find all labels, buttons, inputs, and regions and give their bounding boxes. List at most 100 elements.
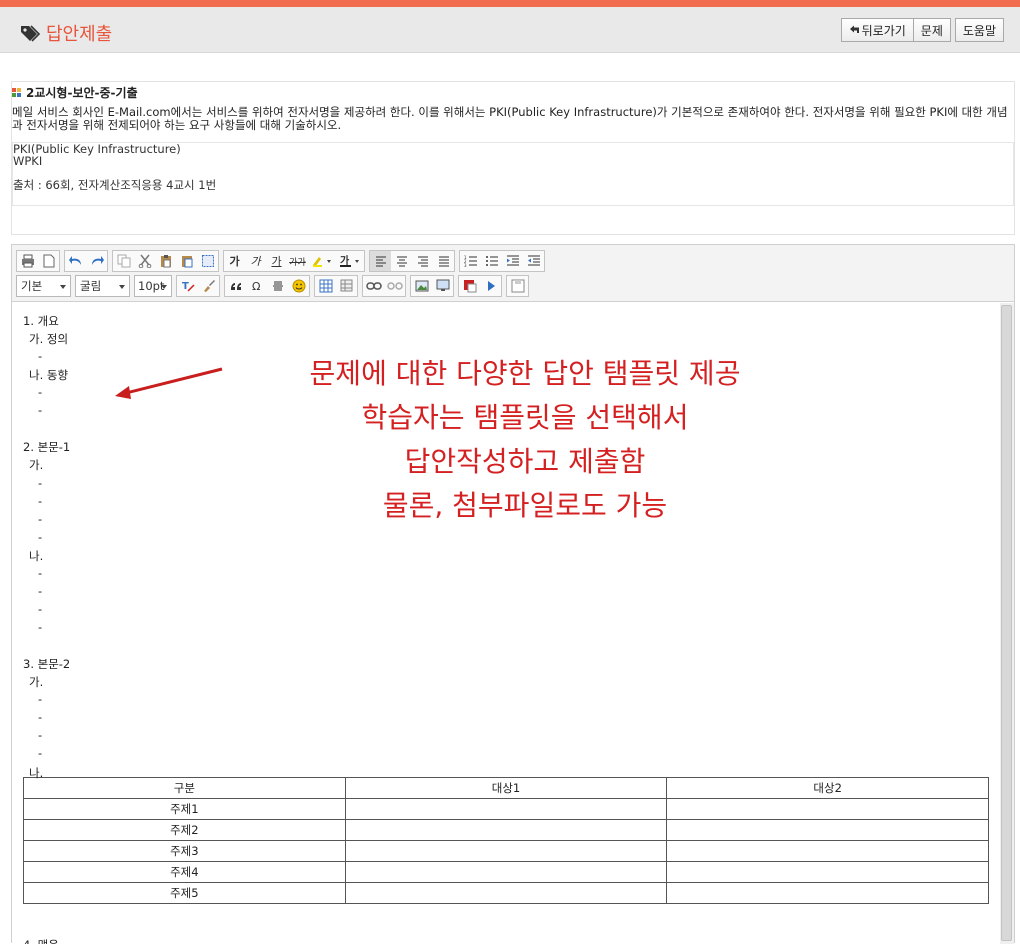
- content-line: -: [38, 511, 43, 526]
- table-cell[interactable]: [666, 819, 989, 841]
- insert-image-button[interactable]: [411, 276, 432, 296]
- font-color-icon: 가: [340, 254, 359, 267]
- align-center-icon: [396, 256, 407, 267]
- insert-media-button[interactable]: [432, 276, 453, 296]
- horizontal-rule-button[interactable]: [267, 276, 288, 296]
- tag-icon: [21, 25, 40, 42]
- special-char-button[interactable]: Ω: [246, 276, 267, 296]
- outdent-button[interactable]: [523, 251, 544, 271]
- redo-icon: [91, 256, 104, 265]
- emoticon-button[interactable]: [288, 276, 309, 296]
- new-document-button[interactable]: [38, 251, 59, 271]
- table-cell[interactable]: [344, 798, 668, 820]
- back-button[interactable]: 뒤로가기: [840, 18, 914, 42]
- italic-button[interactable]: 가: [245, 251, 266, 271]
- table-cell[interactable]: [344, 861, 668, 883]
- undo-icon: [68, 256, 81, 265]
- table-cell[interactable]: [344, 882, 668, 904]
- font-color-button[interactable]: 가: [336, 251, 364, 271]
- content-line: -: [38, 583, 43, 598]
- align-justify-button[interactable]: [433, 251, 454, 271]
- edit-table-button[interactable]: [336, 276, 357, 296]
- insert-group: Ω: [224, 275, 310, 297]
- strikethrough-button[interactable]: 가가: [287, 251, 308, 271]
- table-cell[interactable]: 주제4: [23, 861, 346, 883]
- align-left-icon: [375, 256, 386, 267]
- print-button[interactable]: [17, 251, 38, 271]
- toolbar-row-1: 가 가 가 가가 가 1 2 3: [16, 250, 549, 272]
- insert-link-button[interactable]: [363, 276, 384, 296]
- remove-format-button[interactable]: T: [177, 276, 198, 296]
- table-cell[interactable]: [666, 882, 989, 904]
- insert-flash-button[interactable]: [459, 276, 480, 296]
- reference-line: WPKI: [13, 154, 43, 168]
- format-select[interactable]: 기본: [16, 275, 71, 297]
- bold-button[interactable]: 가: [224, 251, 245, 271]
- table-header-cell: 대상2: [666, 777, 989, 799]
- quote-icon: [230, 283, 241, 290]
- table-cell[interactable]: [666, 840, 989, 862]
- chevron-down-icon: [119, 285, 125, 289]
- table-cell[interactable]: 주제1: [23, 798, 346, 820]
- paste-text-button[interactable]: [176, 251, 197, 271]
- underline-button[interactable]: 가: [266, 251, 287, 271]
- table-icon: [319, 279, 332, 293]
- editor-scrollbar[interactable]: [1000, 303, 1014, 944]
- question-panel: 2교시형-보안-중-기출 메일 서비스 회사인 E-Mail.com에서는 서비…: [11, 81, 1015, 235]
- answer-template-table[interactable]: 구분 대상1 대상2 주제1 주제2 주제3 주제4 주제5: [23, 777, 989, 904]
- help-button[interactable]: 도움말: [954, 18, 1004, 42]
- align-center-button[interactable]: [391, 251, 412, 271]
- scrollbar-thumb[interactable]: [1001, 305, 1012, 941]
- paste-button[interactable]: [155, 251, 176, 271]
- copy-button[interactable]: [113, 251, 134, 271]
- undo-button[interactable]: [65, 251, 86, 271]
- content-line: 나. 동향: [29, 368, 69, 383]
- table-cell[interactable]: [344, 840, 668, 862]
- font-size-select[interactable]: 10pt: [134, 275, 172, 297]
- content-line: 3. 본문-2: [23, 657, 71, 672]
- insert-table-button[interactable]: [315, 276, 336, 296]
- content-line: 가.: [29, 675, 44, 690]
- back-button-label: 뒤로가기: [861, 23, 906, 38]
- content-line: -: [38, 385, 43, 400]
- indent-button[interactable]: [502, 251, 523, 271]
- remove-link-button[interactable]: [384, 276, 405, 296]
- table-cell[interactable]: [666, 798, 989, 820]
- font-family-select[interactable]: 굴림: [75, 275, 130, 297]
- content-line: 나.: [29, 765, 44, 780]
- table-cell[interactable]: 주제3: [23, 840, 346, 862]
- bullet-list-button[interactable]: [481, 251, 502, 271]
- highlight-button[interactable]: [308, 251, 336, 271]
- ordered-list-button[interactable]: 123: [460, 251, 481, 271]
- table-cell[interactable]: [344, 819, 668, 841]
- format-select-value: 기본: [21, 279, 43, 293]
- table-row: 주제2: [23, 819, 989, 841]
- align-right-button[interactable]: [412, 251, 433, 271]
- reference-line: PKI(Public Key Infrastructure): [13, 142, 181, 156]
- save-template-button[interactable]: [507, 276, 528, 296]
- redo-button[interactable]: [86, 251, 107, 271]
- table-row: 주제4: [23, 861, 989, 883]
- content-line: 가. 정의: [29, 332, 69, 347]
- table-row: 주제3: [23, 840, 989, 862]
- save-group: [506, 275, 529, 297]
- table-header-cell: 구분: [23, 777, 346, 799]
- problem-button[interactable]: 문제: [912, 18, 951, 42]
- highlighter-icon: [313, 257, 331, 267]
- clipboard-group: [112, 250, 219, 272]
- align-left-button[interactable]: [370, 251, 391, 271]
- print-icon: [21, 254, 34, 268]
- select-all-button[interactable]: [197, 251, 218, 271]
- format-painter-button[interactable]: [198, 276, 219, 296]
- content-line: 2. 본문-1: [23, 440, 71, 455]
- blockquote-button[interactable]: [225, 276, 246, 296]
- cut-button[interactable]: [134, 251, 155, 271]
- table-cell[interactable]: 주제5: [23, 882, 346, 904]
- table-row: 주제1: [23, 798, 989, 820]
- toolbar-row-2: 기본 굴림 10pt T Ω: [16, 275, 533, 297]
- preview-button[interactable]: [480, 276, 501, 296]
- table-cell[interactable]: 주제2: [23, 819, 346, 841]
- question-references: PKI(Public Key Infrastructure) WPKI 출처 : 6…: [12, 142, 1014, 206]
- answer-editor: 가 가 가 가가 가 1 2 3 기본 굴림 10pt T Ω 구분 대상1 대…: [11, 244, 1015, 944]
- table-cell[interactable]: [666, 861, 989, 883]
